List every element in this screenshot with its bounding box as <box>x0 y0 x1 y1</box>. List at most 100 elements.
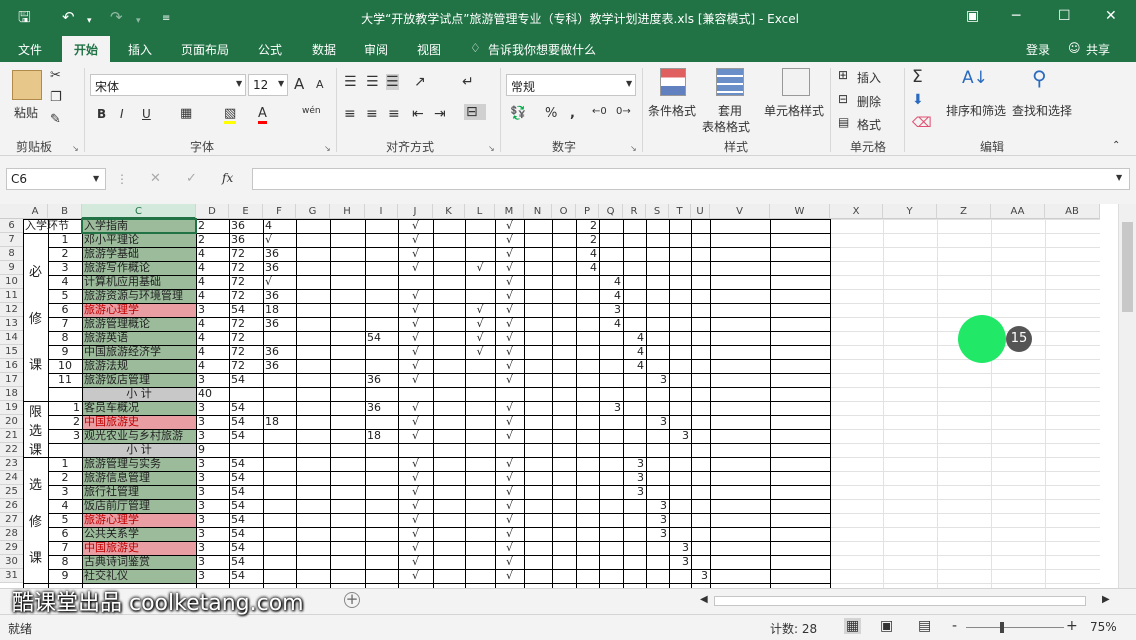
align-top-icon[interactable]: ☰ <box>344 74 357 90</box>
cell-t30[interactable]: 3 <box>671 555 689 569</box>
column-header-t[interactable]: T <box>669 204 691 219</box>
cell-e23[interactable]: 54 <box>231 457 261 471</box>
cell-e7[interactable]: 36 <box>231 233 261 247</box>
cell-d29[interactable]: 3 <box>198 541 227 555</box>
cell-e13[interactable]: 72 <box>231 317 261 331</box>
cell-f15[interactable]: 36 <box>265 345 294 359</box>
close-icon[interactable]: ✕ <box>1105 8 1117 24</box>
cell-d15[interactable]: 4 <box>198 345 227 359</box>
row-header-18[interactable]: 18 <box>0 387 23 401</box>
cell-j31[interactable]: √ <box>400 569 431 583</box>
minimize-icon[interactable]: ─ <box>1012 8 1020 24</box>
cell-m20[interactable]: √ <box>497 415 522 429</box>
insert-function-button[interactable]: fx <box>222 171 233 185</box>
cell-s20[interactable]: 3 <box>648 415 667 429</box>
cell-m19[interactable]: √ <box>497 401 522 415</box>
cell-b25[interactable]: 3 <box>50 485 80 499</box>
cell-r14[interactable]: 4 <box>625 331 644 345</box>
cell-d22[interactable]: 9 <box>198 443 227 457</box>
cell-p8[interactable]: 4 <box>578 247 597 261</box>
alignment-launcher-icon[interactable]: ↘ <box>488 144 495 153</box>
cell-s26[interactable]: 3 <box>648 499 667 513</box>
cell-m10[interactable]: √ <box>497 275 522 289</box>
row-header-29[interactable]: 29 <box>0 541 23 555</box>
column-header-h[interactable]: H <box>330 204 365 219</box>
cell-e16[interactable]: 72 <box>231 359 261 373</box>
cell-d7[interactable]: 2 <box>198 233 227 247</box>
delete-cells-button[interactable]: 删除 <box>857 93 881 110</box>
share-button[interactable]: 共享 <box>1086 41 1110 58</box>
cell-u31[interactable]: 3 <box>693 569 708 583</box>
cell-m7[interactable]: √ <box>497 233 522 247</box>
cell-e8[interactable]: 72 <box>231 247 261 261</box>
cell-d28[interactable]: 3 <box>198 527 227 541</box>
row-header-24[interactable]: 24 <box>0 471 23 485</box>
column-header-n[interactable]: N <box>524 204 552 219</box>
format-painter-icon[interactable]: ✎ <box>50 112 61 127</box>
clear-icon[interactable]: ⌫ <box>912 115 932 131</box>
column-header-aa[interactable]: AA <box>991 204 1045 219</box>
cell-b12[interactable]: 6 <box>50 303 80 317</box>
cell-m25[interactable]: √ <box>497 485 522 499</box>
cell-j21[interactable]: √ <box>400 429 431 443</box>
find-select-button[interactable]: 查找和选择 <box>1012 102 1072 119</box>
cell-d11[interactable]: 4 <box>198 289 227 303</box>
column-header-y[interactable]: Y <box>883 204 937 219</box>
paste-button[interactable]: 粘贴 <box>14 104 38 121</box>
cell-l9[interactable]: √ <box>467 261 493 275</box>
row-header-11[interactable]: 11 <box>0 289 23 303</box>
cell-c28[interactable]: 公共关系学 <box>84 527 194 541</box>
italic-button[interactable]: I <box>120 107 124 121</box>
cut-icon[interactable]: ✂ <box>50 68 61 83</box>
row-header-22[interactable]: 22 <box>0 443 23 457</box>
cell-d27[interactable]: 3 <box>198 513 227 527</box>
ribbon-display-icon[interactable]: ▣ <box>966 8 979 24</box>
column-header-c[interactable]: C <box>82 204 196 219</box>
cell-e29[interactable]: 54 <box>231 541 261 555</box>
sign-in-link[interactable]: 登录 <box>1026 41 1050 58</box>
cell-l15[interactable]: √ <box>467 345 493 359</box>
cell-b8[interactable]: 2 <box>50 247 80 261</box>
column-header-b[interactable]: B <box>48 204 82 219</box>
font-launcher-icon[interactable]: ↘ <box>324 144 331 153</box>
autosum-icon[interactable]: Σ <box>912 67 923 87</box>
cell-c25[interactable]: 旅行社管理 <box>84 485 194 499</box>
row-header-31[interactable]: 31 <box>0 569 23 583</box>
cell-d26[interactable]: 3 <box>198 499 227 513</box>
cell-q19[interactable]: 3 <box>601 401 621 415</box>
cell-f10[interactable]: √ <box>265 275 294 289</box>
align-bottom-icon[interactable]: ☰ <box>386 74 399 90</box>
cell-m12[interactable]: √ <box>497 303 522 317</box>
cell-d31[interactable]: 3 <box>198 569 227 583</box>
cell-f8[interactable]: 36 <box>265 247 294 261</box>
cell-b16[interactable]: 10 <box>50 359 80 373</box>
align-right-icon[interactable]: ≡ <box>388 106 400 122</box>
cell-m14[interactable]: √ <box>497 331 522 345</box>
cell-m23[interactable]: √ <box>497 457 522 471</box>
tab-formulas[interactable]: 公式 <box>258 41 282 58</box>
chevron-down-icon[interactable]: ▼ <box>626 79 632 88</box>
row-header-7[interactable]: 7 <box>0 233 23 247</box>
cell-a6[interactable]: 入学环节 <box>25 219 80 233</box>
conditional-format-icon[interactable] <box>660 68 686 96</box>
formula-input[interactable] <box>252 168 1130 190</box>
row-header-15[interactable]: 15 <box>0 345 23 359</box>
column-header-j[interactable]: J <box>398 204 433 219</box>
cell-m31[interactable]: √ <box>497 569 522 583</box>
cell-b20[interactable]: 2 <box>50 415 80 429</box>
cell-d25[interactable]: 3 <box>198 485 227 499</box>
cell-c8[interactable]: 旅游学基础 <box>84 247 194 261</box>
enter-icon[interactable]: ✓ <box>186 171 197 186</box>
cell-q11[interactable]: 4 <box>601 289 621 303</box>
cell-j7[interactable]: √ <box>400 233 431 247</box>
phonetic-button[interactable]: wén <box>302 106 321 116</box>
row-header-30[interactable]: 30 <box>0 555 23 569</box>
cell-b17[interactable]: 11 <box>50 373 80 387</box>
format-as-table-label-a[interactable]: 套用 <box>718 102 742 119</box>
cell-m17[interactable]: √ <box>497 373 522 387</box>
row-header-19[interactable]: 19 <box>0 401 23 415</box>
align-middle-icon[interactable]: ☰ <box>366 74 379 90</box>
cell-e26[interactable]: 54 <box>231 499 261 513</box>
cell-e27[interactable]: 54 <box>231 513 261 527</box>
increase-decimal-icon[interactable]: ←0 <box>592 106 607 117</box>
